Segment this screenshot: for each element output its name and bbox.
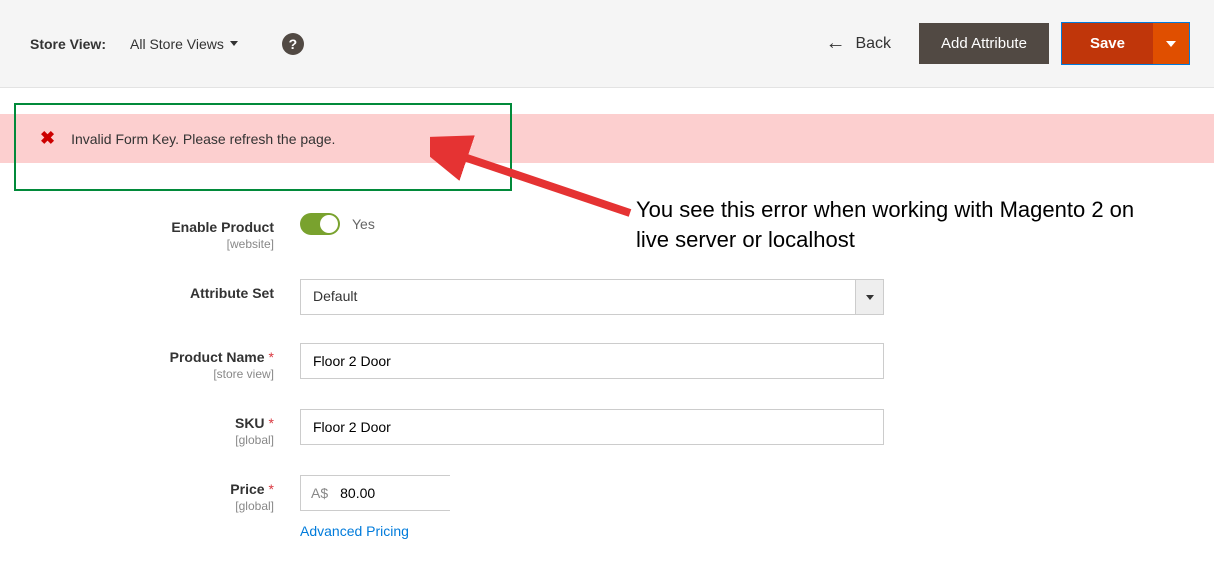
row-enable-product: Enable Product [website] Yes — [0, 213, 1214, 251]
error-banner: ✖ Invalid Form Key. Please refresh the p… — [0, 114, 1214, 163]
error-icon: ✖ — [40, 128, 55, 149]
chevron-down-icon — [230, 41, 238, 46]
attribute-set-value: Default — [301, 280, 855, 314]
save-dropdown-button[interactable] — [1153, 23, 1189, 64]
price-currency-prefix: A$ — [301, 485, 332, 501]
row-price: Price* [global] A$ Advanced Pricing — [0, 475, 1214, 539]
chevron-down-icon — [855, 280, 883, 314]
page-header: Store View: All Store Views ? ← Back Add… — [0, 0, 1214, 88]
enable-product-toggle[interactable] — [300, 213, 340, 235]
save-button-group: Save — [1061, 22, 1190, 65]
store-view-label: Store View: — [30, 36, 106, 52]
save-button[interactable]: Save — [1062, 23, 1153, 64]
label-sku: SKU* [global] — [0, 409, 300, 447]
enable-product-value: Yes — [352, 216, 375, 232]
attribute-set-select[interactable]: Default — [300, 279, 884, 315]
sku-input[interactable] — [300, 409, 884, 445]
store-view-value: All Store Views — [130, 36, 224, 52]
label-price: Price* [global] — [0, 475, 300, 513]
arrow-left-icon: ← — [825, 32, 845, 55]
row-sku: SKU* [global] — [0, 409, 1214, 447]
price-input[interactable] — [332, 476, 529, 510]
back-label: Back — [855, 35, 891, 53]
help-icon[interactable]: ? — [282, 33, 304, 55]
chevron-down-icon — [1166, 41, 1176, 47]
label-enable-product: Enable Product [website] — [0, 213, 300, 251]
advanced-pricing-link[interactable]: Advanced Pricing — [300, 523, 409, 539]
error-text: Invalid Form Key. Please refresh the pag… — [71, 131, 335, 147]
label-attribute-set: Attribute Set — [0, 279, 300, 301]
back-button[interactable]: ← Back — [825, 32, 891, 55]
product-name-input[interactable] — [300, 343, 884, 379]
price-input-wrap: A$ — [300, 475, 450, 511]
add-attribute-button[interactable]: Add Attribute — [919, 23, 1049, 64]
row-product-name: Product Name* [store view] — [0, 343, 1214, 381]
label-product-name: Product Name* [store view] — [0, 343, 300, 381]
row-attribute-set: Attribute Set Default — [0, 279, 1214, 315]
product-form: Enable Product [website] Yes Attribute S… — [0, 213, 1214, 539]
store-view-dropdown[interactable]: All Store Views — [130, 36, 238, 52]
